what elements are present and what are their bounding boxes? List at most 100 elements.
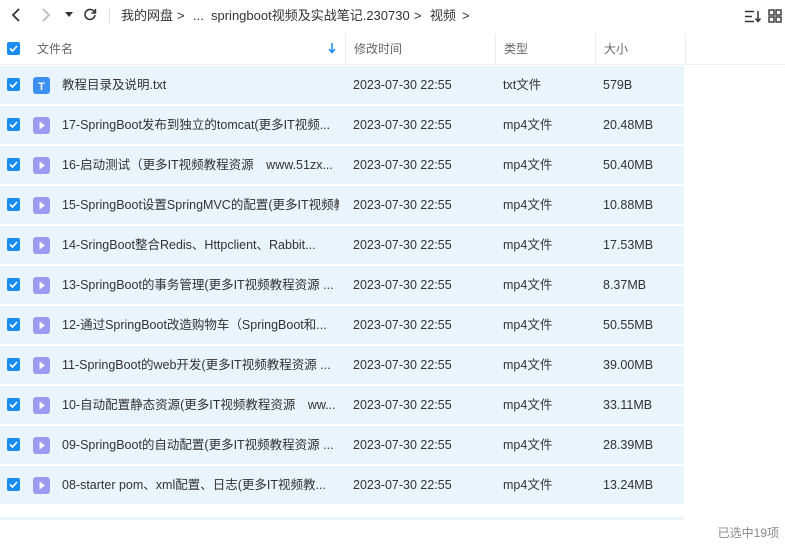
file-name: 14-SringBoot整合Redis、Httpclient、Rabbit... [62, 238, 316, 252]
caret-down-icon [65, 12, 73, 17]
file-modified: 2023-07-30 22:55 [353, 238, 452, 252]
file-type: mp4文件 [503, 238, 553, 252]
file-modified: 2023-07-30 22:55 [353, 278, 452, 292]
file-name: 12-通过SpringBoot改造购物车（SpringBoot和... [62, 318, 327, 332]
file-modified: 2023-07-30 22:55 [353, 398, 452, 412]
row-checkbox[interactable] [7, 158, 20, 171]
column-header-type-label: 类型 [504, 42, 529, 56]
column-header-size[interactable]: 大小 [595, 34, 685, 64]
column-header-modified-label: 修改时间 [354, 42, 403, 56]
video-file-icon [33, 437, 50, 454]
select-all-checkbox[interactable] [7, 42, 20, 55]
row-checkbox[interactable] [7, 318, 20, 331]
history-dropdown[interactable] [60, 5, 78, 25]
file-type: mp4文件 [503, 318, 553, 332]
table-row[interactable]: 09-SpringBoot的自动配置(更多IT视频教程资源 ... 2023-07… [0, 426, 684, 464]
breadcrumb-ellipsis[interactable]: ... [193, 0, 204, 31]
checkbox-checked-icon [7, 398, 20, 411]
file-size: 50.55MB [603, 318, 654, 332]
file-type: mp4文件 [503, 198, 553, 212]
file-size: 17.53MB [603, 238, 654, 252]
checkbox-checked-icon [7, 78, 20, 91]
row-checkbox[interactable] [7, 198, 20, 211]
file-name: 15-SpringBoot设置SpringMVC的配置(更多IT视频教程... [62, 198, 339, 212]
column-header-name[interactable]: 文件名 [37, 34, 345, 64]
refresh-button[interactable] [80, 5, 100, 25]
file-modified: 2023-07-30 22:55 [353, 478, 452, 492]
file-size: 20.48MB [603, 118, 654, 132]
file-list-header: 文件名 修改时间 类型 大小 [0, 34, 785, 65]
file-type: mp4文件 [503, 398, 553, 412]
checkbox-checked-icon [7, 278, 20, 291]
checkbox-checked-icon [7, 438, 20, 451]
sort-button[interactable] [743, 6, 763, 26]
table-row[interactable]: 11-SpringBoot的web开发(更多IT视频教程资源 ... 2023-0… [0, 346, 684, 384]
row-checkbox[interactable] [7, 398, 20, 411]
video-file-icon [33, 397, 50, 414]
table-row[interactable]: 08-starter pom、xml配置、日志(更多IT视频教... 2023-0… [0, 466, 684, 504]
row-checkbox[interactable] [7, 78, 20, 91]
file-size: 28.39MB [603, 438, 654, 452]
table-row[interactable]: 10-自动配置静态资源(更多IT视频教程资源 ww... 2023-07-30 2… [0, 386, 684, 424]
file-modified: 2023-07-30 22:55 [353, 438, 452, 452]
chevron-left-icon [11, 8, 20, 22]
breadcrumb-separator-icon: > [462, 8, 470, 23]
checkbox-checked-icon [7, 198, 20, 211]
file-type: mp4文件 [503, 438, 553, 452]
breadcrumb-separator-icon: > [177, 8, 185, 23]
row-checkbox[interactable] [7, 238, 20, 251]
column-header-name-label: 文件名 [37, 42, 74, 56]
view-mode-button[interactable] [765, 6, 785, 26]
video-file-icon [33, 117, 50, 134]
file-type: mp4文件 [503, 278, 553, 292]
file-name: 13-SpringBoot的事务管理(更多IT视频教程资源 ... [62, 278, 334, 292]
file-size: 50.40MB [603, 158, 654, 172]
row-checkbox[interactable] [7, 438, 20, 451]
back-button[interactable] [6, 5, 26, 25]
column-header-modified[interactable]: 修改时间 [345, 34, 495, 64]
table-row[interactable]: T 教程目录及说明.txt 2023-07-30 22:55 txt文件 579B [0, 66, 684, 104]
row-checkbox[interactable] [7, 478, 20, 491]
column-header-empty [685, 34, 785, 64]
toolbar: 我的网盘 > ... springboot视频及实战笔记.230730 > 视频… [0, 0, 785, 31]
table-row[interactable]: 15-SpringBoot设置SpringMVC的配置(更多IT视频教程... 2… [0, 186, 684, 224]
file-modified: 2023-07-30 22:55 [353, 198, 452, 212]
table-row[interactable]: 13-SpringBoot的事务管理(更多IT视频教程资源 ... 2023-07… [0, 266, 684, 304]
file-name: 11-SpringBoot的web开发(更多IT视频教程资源 ... [62, 358, 331, 372]
table-row-partial[interactable] [0, 517, 684, 520]
toolbar-divider [109, 8, 110, 23]
breadcrumb-current[interactable]: 视频 [430, 0, 456, 31]
row-checkbox[interactable] [7, 118, 20, 131]
breadcrumb-root[interactable]: 我的网盘 [121, 0, 173, 31]
file-type: mp4文件 [503, 158, 553, 172]
sort-descending-icon [328, 43, 336, 54]
table-row[interactable]: 12-通过SpringBoot改造购物车（SpringBoot和... 2023-… [0, 306, 684, 344]
file-name: 教程目录及说明.txt [62, 78, 167, 92]
file-size: 13.24MB [603, 478, 654, 492]
file-name: 16-启动测试（更多IT视频教程资源 www.51zx... [62, 158, 333, 172]
row-checkbox[interactable] [7, 278, 20, 291]
file-size: 8.37MB [603, 278, 647, 292]
video-file-icon [33, 477, 50, 494]
text-file-icon: T [33, 77, 50, 94]
forward-button[interactable] [36, 5, 56, 25]
checkbox-checked-icon [7, 478, 20, 491]
column-header-type[interactable]: 类型 [495, 34, 595, 64]
row-checkbox[interactable] [7, 358, 20, 371]
file-modified: 2023-07-30 22:55 [353, 158, 452, 172]
file-name: 09-SpringBoot的自动配置(更多IT视频教程资源 ... [62, 438, 334, 452]
refresh-icon [84, 8, 97, 21]
file-type: mp4文件 [503, 478, 553, 492]
table-row[interactable]: 17-SpringBoot发布到独立的tomcat(更多IT视频... 2023-… [0, 106, 684, 144]
table-row[interactable]: 14-SringBoot整合Redis、Httpclient、Rabbit...… [0, 226, 684, 264]
column-header-size-label: 大小 [604, 42, 629, 56]
checkbox-checked-icon [7, 318, 20, 331]
video-file-icon [33, 277, 50, 294]
file-name: 10-自动配置静态资源(更多IT视频教程资源 ww... [62, 398, 336, 412]
checkbox-checked-icon [7, 118, 20, 131]
file-type: mp4文件 [503, 118, 553, 132]
file-name: 08-starter pom、xml配置、日志(更多IT视频教... [62, 478, 326, 492]
chevron-right-icon [42, 8, 51, 22]
breadcrumb-folder[interactable]: springboot视频及实战笔记.230730 [211, 0, 410, 31]
table-row[interactable]: 16-启动测试（更多IT视频教程资源 www.51zx... 2023-07-30… [0, 146, 684, 184]
